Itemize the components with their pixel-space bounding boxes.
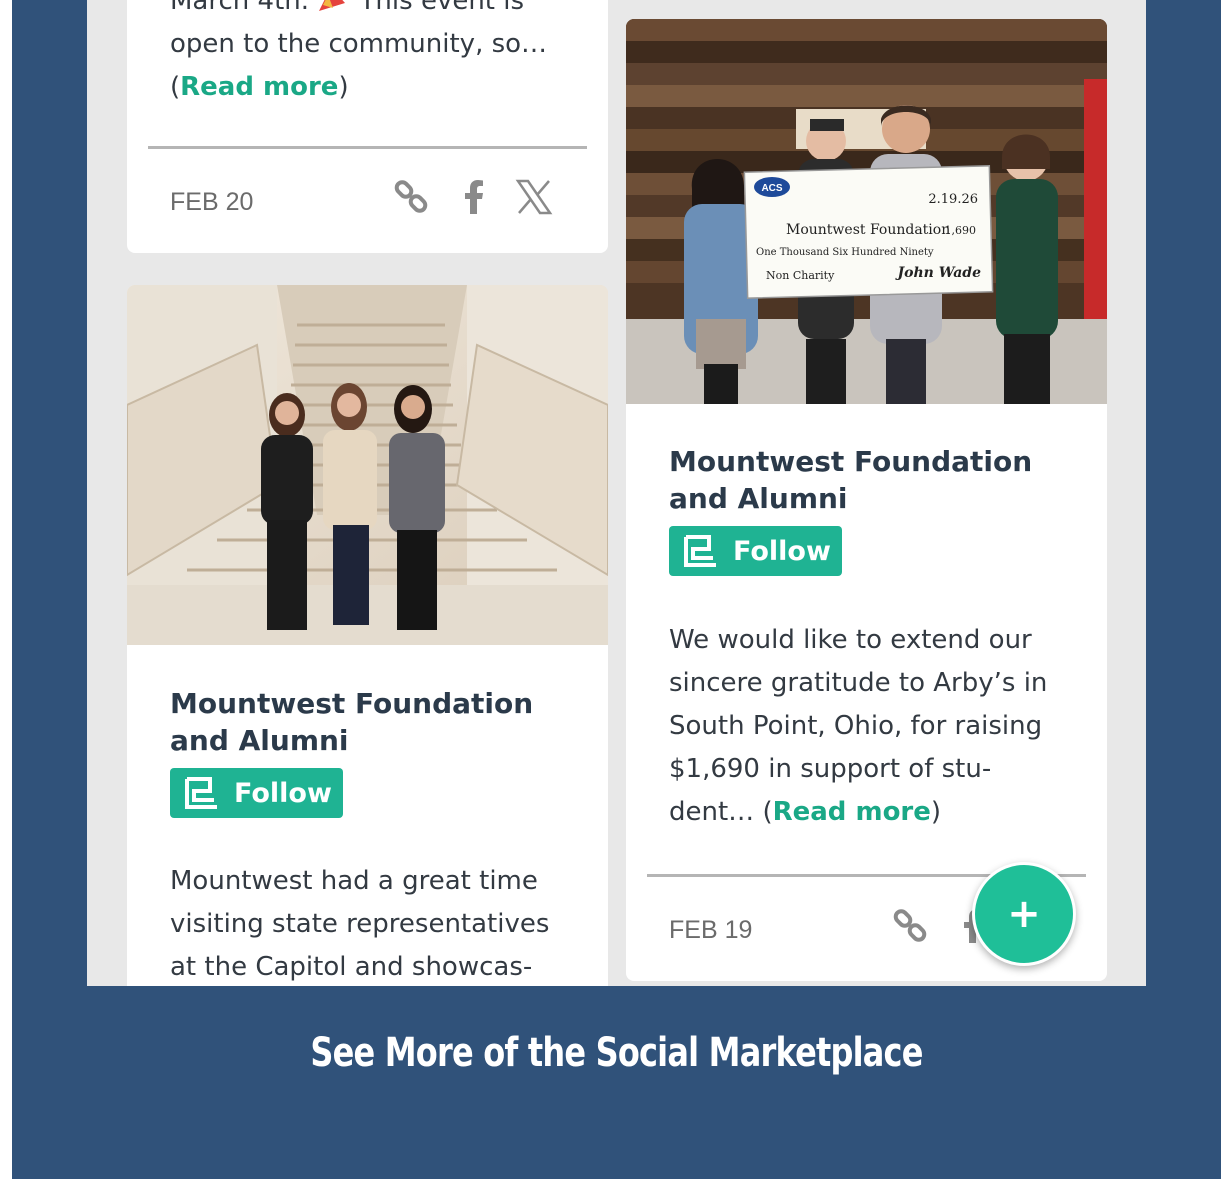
post-text: Mountwest had a great time visiting stat… xyxy=(170,860,570,986)
follow-button[interactable]: Follow xyxy=(170,768,343,818)
post-text-line: $1,690 in support of stu- xyxy=(669,754,992,784)
post-text-line: We would like to extend our xyxy=(669,625,1032,655)
post-text-line: open to the community, so… xyxy=(170,29,548,59)
post-author[interactable]: Mountwest Foundation and Alumni xyxy=(669,443,1089,517)
card-divider xyxy=(148,146,587,149)
post-text-line: Mountwest had a great time xyxy=(170,866,538,896)
post-card: Mountwest Foundation and Alumni Follow M… xyxy=(127,285,608,986)
post-photo[interactable] xyxy=(127,285,608,645)
check-date: 2.19.26 xyxy=(928,192,978,207)
post-text: March 4th. This event is open to the com… xyxy=(170,0,570,109)
post-date: FEB 19 xyxy=(669,916,753,944)
check-amount: 1,690 xyxy=(945,224,977,237)
follow-button[interactable]: Follow xyxy=(669,526,842,576)
party-popper-icon xyxy=(309,0,360,16)
follow-label: Follow xyxy=(733,535,831,567)
post-card: March 4th. This event is open to the com… xyxy=(127,0,608,253)
post-author[interactable]: Mountwest Foundation and Alumni xyxy=(170,685,590,759)
follow-label: Follow xyxy=(234,777,332,809)
post-text-line: at the Capitol and showcas- xyxy=(170,952,533,982)
post-date: FEB 20 xyxy=(170,188,254,216)
post-text-line: sincere gratitude to Arby’s in xyxy=(669,668,1048,698)
social-feed: March 4th. This event is open to the com… xyxy=(87,0,1146,986)
post-text-line: This event is xyxy=(359,0,525,16)
check-signature: John Wade xyxy=(895,265,982,281)
check-amount-words: One Thousand Six Hundred Ninety xyxy=(756,247,934,258)
svg-text:ACS: ACS xyxy=(761,183,782,194)
x-icon[interactable] xyxy=(515,178,553,216)
post-text-line: March 4th. xyxy=(170,0,310,16)
post-card: ACS 2.19.26 Mountwest Foundation 1,690 O… xyxy=(626,19,1107,981)
follow-icon xyxy=(684,535,716,567)
check-memo: Non Charity xyxy=(766,269,835,282)
read-more-link[interactable]: Read more xyxy=(773,797,931,827)
follow-icon xyxy=(185,777,217,809)
post-text-line: South Point, Ohio, for raising xyxy=(669,711,1043,741)
see-more-link[interactable]: See More of the Social Marketplace xyxy=(133,1030,1100,1076)
read-more-link[interactable]: Read more xyxy=(180,72,338,102)
post-text-line: dent… xyxy=(669,797,755,827)
add-button[interactable]: + xyxy=(972,862,1076,966)
link-icon[interactable] xyxy=(892,907,930,945)
post-photo[interactable]: ACS 2.19.26 Mountwest Foundation 1,690 O… xyxy=(626,19,1107,404)
facebook-icon[interactable] xyxy=(455,178,493,216)
check-payee: Mountwest Foundation xyxy=(786,222,950,238)
post-text: We would like to extend our sincere grat… xyxy=(669,619,1069,834)
donation-check: ACS 2.19.26 Mountwest Foundation 1,690 O… xyxy=(743,165,994,299)
link-icon[interactable] xyxy=(393,178,431,216)
post-text-line: visiting state representatives xyxy=(170,909,550,939)
